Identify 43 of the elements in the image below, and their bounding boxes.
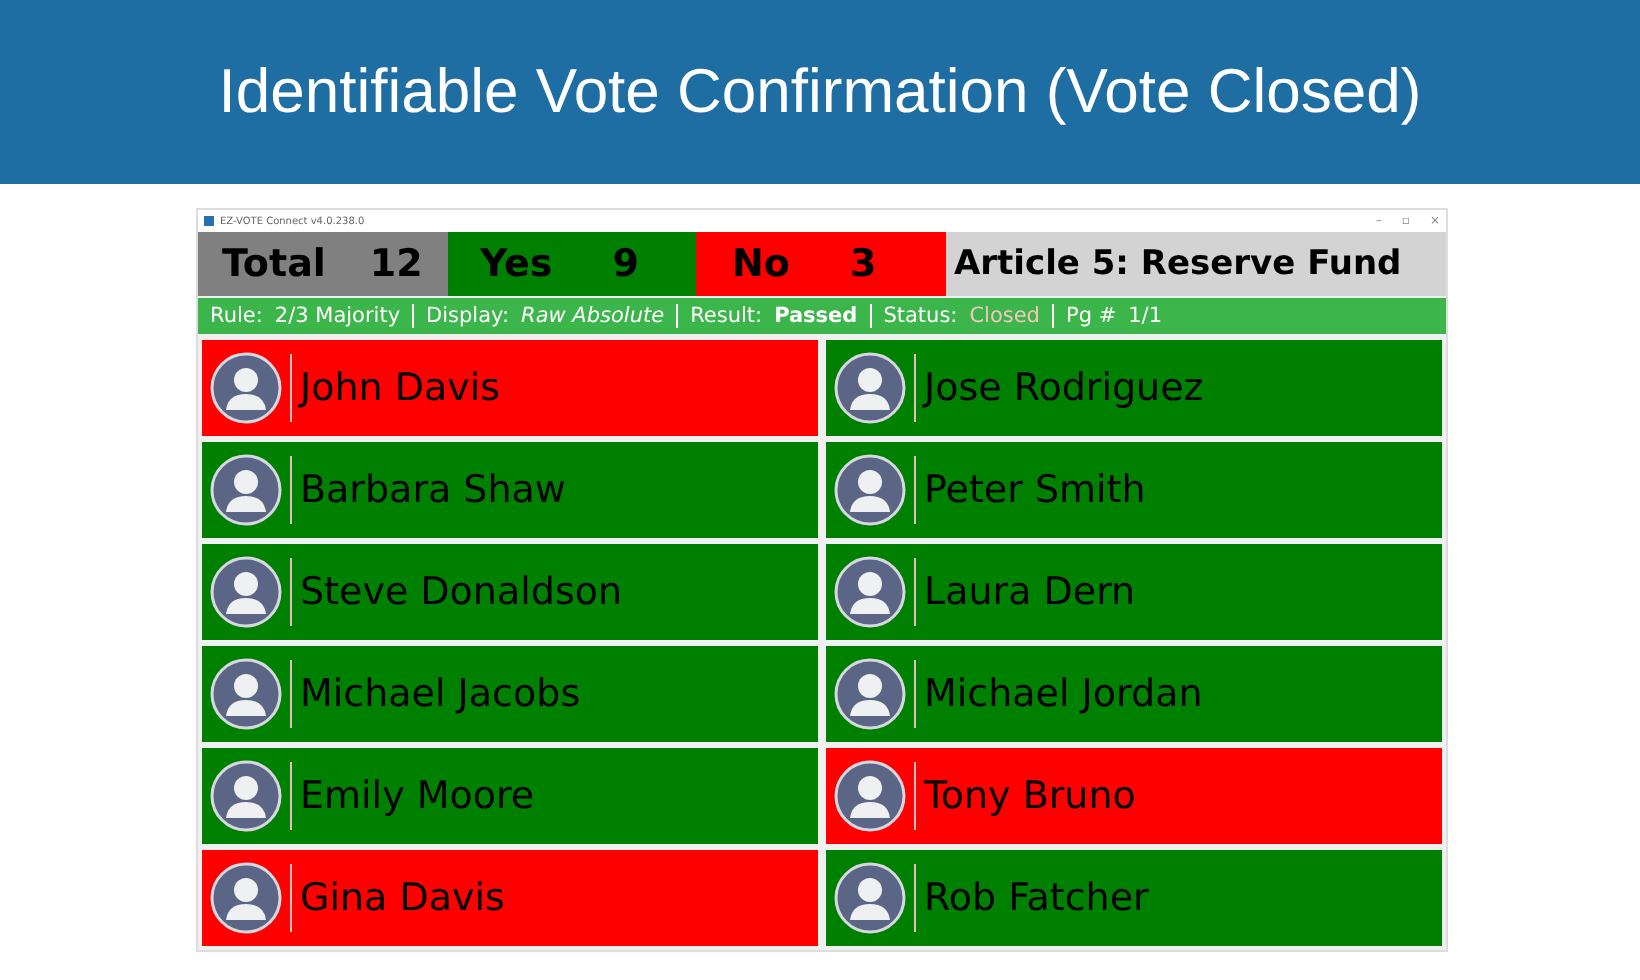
- avatar-icon: [834, 760, 906, 832]
- voter-name: Michael Jordan: [924, 672, 1203, 716]
- tally-label: Yes: [480, 242, 553, 286]
- avatar-icon: [210, 352, 282, 424]
- status-label: Status:: [883, 304, 958, 328]
- status-label: Result:: [690, 304, 763, 328]
- avatar-icon: [834, 862, 906, 934]
- avatar-icon: [210, 658, 282, 730]
- tally-count: 9: [612, 242, 639, 286]
- voter-name: Rob Fatcher: [924, 876, 1149, 920]
- avatar-icon: [210, 862, 282, 934]
- slide-title: Identifiable Vote Confirmation (Vote Closed): [218, 56, 1422, 128]
- avatar-icon: [834, 454, 906, 526]
- status-label: Rule:: [210, 304, 263, 328]
- voter-name: Steve Donaldson: [300, 570, 623, 614]
- tally-label: Article 5: Reserve Fund: [954, 244, 1402, 284]
- voter-name: Emily Moore: [300, 774, 535, 818]
- status-value: Raw Absolute: [521, 304, 665, 328]
- voter-name: Gina Davis: [300, 876, 505, 920]
- voter-name: Barbara Shaw: [300, 468, 566, 512]
- status-value: Passed: [774, 304, 858, 328]
- tally-label: No: [732, 242, 790, 286]
- tally-count: 3: [849, 242, 877, 286]
- avatar-icon: [834, 556, 906, 628]
- tally-label: Total: [222, 242, 326, 286]
- voter-name: Laura Dern: [924, 570, 1136, 614]
- tally-count: 12: [369, 242, 423, 286]
- avatar-icon: [834, 658, 906, 730]
- avatar-icon: [210, 454, 282, 526]
- status-value: 1/1: [1128, 304, 1163, 328]
- avatar-icon: [210, 760, 282, 832]
- voter-name: John Davis: [300, 366, 501, 410]
- voter-name: Jose Rodriguez: [924, 366, 1204, 410]
- app-icon: [204, 216, 214, 226]
- voter-name: Michael Jacobs: [300, 672, 581, 716]
- voter-name: Tony Bruno: [924, 774, 1136, 818]
- status-value: Closed: [969, 304, 1040, 328]
- status-label: Pg #: [1065, 304, 1117, 328]
- voter-name: Peter Smith: [924, 468, 1146, 512]
- status-value: 2/3 Majority: [274, 304, 401, 328]
- avatar-icon: [210, 556, 282, 628]
- avatar-icon: [834, 352, 906, 424]
- status-label: Display:: [426, 304, 510, 328]
